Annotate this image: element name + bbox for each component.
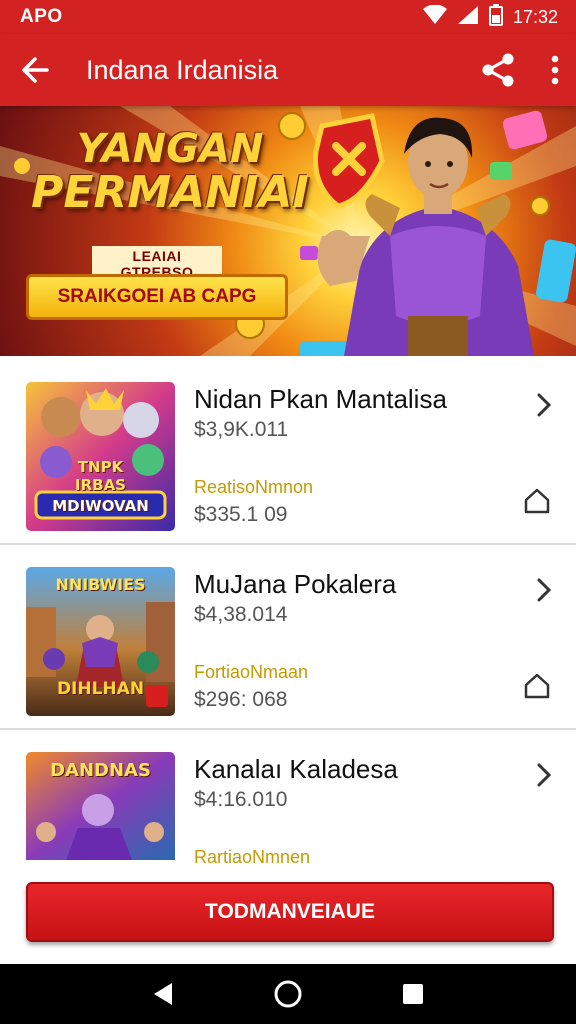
status-carrier: APO [20, 6, 63, 27]
item-sub-price: $296: 068 [194, 688, 288, 711]
bottom-action-area: TODMANVEIAUE [0, 864, 576, 964]
chevron-right-icon[interactable] [536, 577, 552, 608]
primary-action-button[interactable]: TODMANVEIAUE [26, 882, 554, 942]
thumb-title-line3: MDIWOVAN [52, 497, 149, 515]
item-title: MuJana Pokalera [194, 569, 397, 599]
nav-home-icon[interactable] [263, 969, 313, 1019]
banner-title: YANGAN PERMANIAI [30, 128, 310, 216]
nav-back-icon[interactable] [138, 969, 188, 1019]
banner-cta-button[interactable]: SRAIKGOEI AB CAPG [26, 274, 288, 320]
status-bar: APO 17:32 [0, 0, 576, 34]
share-icon[interactable] [480, 52, 516, 88]
game-list: TNPK IRBAS MDIWOVAN Nidan Pkan Mantalisa… [0, 360, 576, 867]
game-thumbnail[interactable]: TNPK IRBAS MDIWOVAN [26, 382, 175, 531]
status-time: 17:32 [512, 6, 558, 27]
item-price: $4,38.014 [194, 603, 288, 626]
item-sub-price: $335.1 09 [194, 503, 288, 526]
list-item[interactable]: NNIBWIES DIHLHAN MuJana Pokalera $4,38.0… [0, 545, 576, 730]
banner-title-line2: PERMANIAI [31, 167, 309, 218]
item-subtitle: ReatisoNmnon [194, 477, 314, 497]
game-thumbnail[interactable]: NNIBWIES DIHLHAN [26, 567, 175, 716]
list-item[interactable]: DANDNAS Kanalaı Kaladesa $4:16.010 Rarti… [0, 730, 576, 867]
home-outline-icon[interactable] [523, 487, 551, 520]
battery-icon [488, 3, 503, 31]
item-price: $4:16.010 [194, 788, 288, 811]
banner-title-line1: YANGAN [76, 126, 264, 172]
more-vert-icon[interactable] [550, 55, 560, 85]
home-outline-icon[interactable] [523, 672, 551, 705]
shield-icon [312, 113, 385, 209]
hero-character-image [312, 113, 534, 356]
item-price: $3,9K.011 [194, 418, 289, 441]
thumb-title-bottom: DIHLHAN [56, 679, 145, 699]
signal-icon [457, 5, 479, 30]
promo-banner[interactable]: YANGAN PERMANIAI LEAIAI GTREBSO SRAIKGOE… [0, 106, 576, 356]
back-arrow-icon[interactable] [20, 55, 50, 85]
item-title: Nidan Pkan Mantalisa [194, 384, 447, 414]
nav-recents-icon[interactable] [388, 969, 438, 1019]
item-subtitle: FortiaoNmaan [194, 662, 309, 682]
thumb-title-top: NNIBWIES [55, 575, 146, 594]
status-icons: 17:32 [422, 3, 558, 31]
thumb-title-line2: IRBAS [75, 476, 126, 494]
item-title: Kanalaı Kaladesa [194, 754, 398, 784]
thumb-title: TNPK IRBAS [26, 458, 175, 494]
chevron-right-icon[interactable] [536, 392, 552, 423]
system-nav-bar [0, 964, 576, 1024]
wifi-icon [422, 3, 447, 30]
thumb-title-top: DANDNAS [50, 760, 151, 781]
game-thumbnail[interactable]: DANDNAS [26, 752, 175, 860]
chevron-right-icon[interactable] [536, 762, 552, 793]
page-title: Indana Irdanisia [86, 54, 279, 85]
app-bar: Indana Irdanisia [0, 34, 576, 106]
list-item[interactable]: TNPK IRBAS MDIWOVAN Nidan Pkan Mantalisa… [0, 360, 576, 545]
thumb-title-line1: TNPK [77, 458, 124, 476]
